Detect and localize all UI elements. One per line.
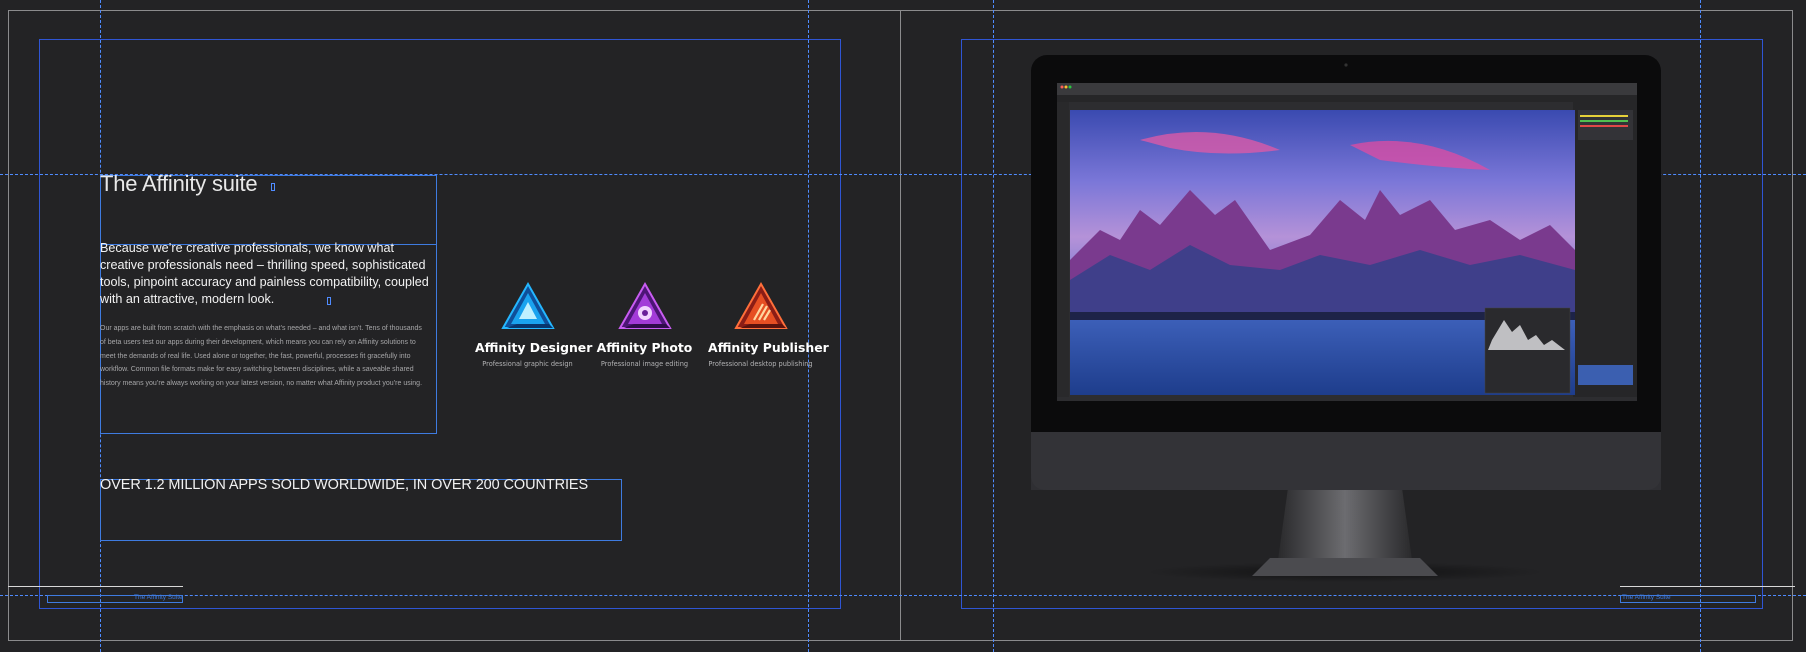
footer-label[interactable]: The Affinity Suite bbox=[134, 594, 183, 601]
app-item-photo: Affinity Photo Professional image editin… bbox=[592, 280, 697, 370]
text-overflow-handle[interactable] bbox=[327, 297, 331, 305]
page-title[interactable]: The Affinity suite bbox=[100, 171, 258, 197]
row-guide[interactable] bbox=[0, 595, 1806, 596]
affinity-designer-icon bbox=[501, 281, 555, 329]
footer-label[interactable]: The Affinity Suite bbox=[1622, 594, 1671, 601]
column-guide[interactable] bbox=[1700, 0, 1701, 652]
footer-rule bbox=[8, 586, 183, 587]
column-guide[interactable] bbox=[993, 0, 994, 652]
app-description: Professional image editing bbox=[600, 360, 689, 368]
app-name: Affinity Designer bbox=[475, 340, 593, 355]
app-item-publisher: Affinity Publisher Professional desktop … bbox=[708, 280, 829, 370]
app-item-designer: Affinity Designer Professional graphic d… bbox=[475, 280, 593, 370]
lead-paragraph[interactable]: Because we’re creative professionals, we… bbox=[100, 240, 436, 308]
imac-screenshot-image[interactable] bbox=[1020, 50, 1670, 590]
sales-stat[interactable]: OVER 1.2 MILLION APPS SOLD WORLDWIDE, IN… bbox=[100, 477, 588, 493]
app-name: Affinity Photo bbox=[596, 340, 693, 355]
affinity-photo-icon bbox=[618, 281, 672, 329]
app-name: Affinity Publisher bbox=[708, 340, 829, 355]
affinity-publisher-icon bbox=[734, 281, 788, 329]
body-paragraph[interactable]: Our apps are built from scratch with the… bbox=[100, 322, 425, 391]
text-overflow-handle[interactable] bbox=[271, 183, 275, 191]
app-description: Professional desktop publishing bbox=[708, 360, 813, 368]
app-description: Professional graphic design bbox=[482, 360, 573, 368]
